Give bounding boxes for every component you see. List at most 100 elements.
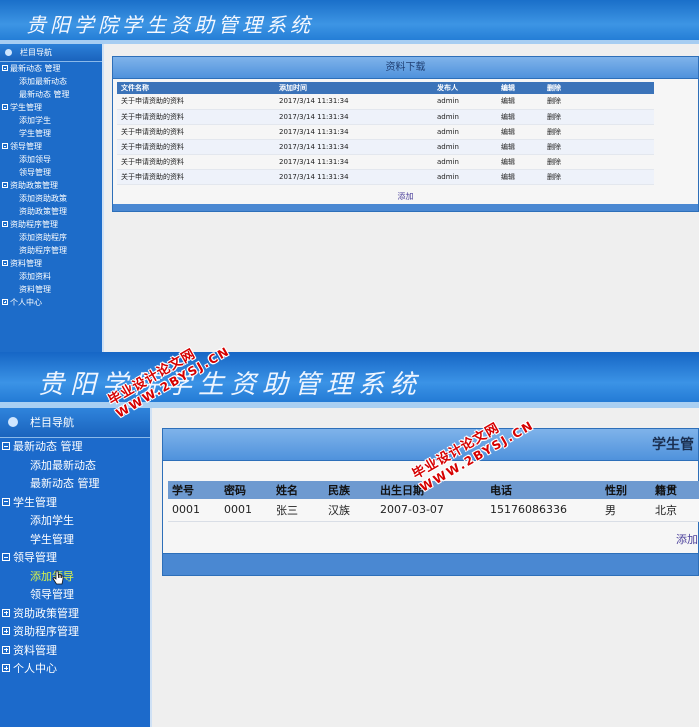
collapse-minus-icon[interactable] <box>2 65 8 71</box>
edit-link[interactable]: 编辑 <box>497 154 543 170</box>
table-cell: 关于申请资助的资料 <box>117 169 275 185</box>
sidebar-item-label: 资助政策管理 <box>13 606 79 620</box>
delete-link[interactable]: 删除 <box>543 94 654 110</box>
sidebar-link[interactable]: 领导管理 <box>0 586 150 605</box>
expand-plus-icon[interactable] <box>2 645 10 654</box>
sidebar-group[interactable]: 个人中心 <box>0 296 102 309</box>
admin-window-small: 贵阳学院学生资助管理系统 栏目导航 最新动态 管理 添加最新动态 最新动态 管理 学生… <box>0 0 699 352</box>
expand-plus-icon[interactable] <box>2 664 10 672</box>
sidebar-link[interactable]: 资料管理 <box>0 283 102 296</box>
app-title: 贵阳学院学生资助管理系统 <box>26 13 314 37</box>
sidebar-group[interactable]: 最新动态 管理 <box>0 62 102 75</box>
table-cell: 2017/3/14 11:31:34 <box>275 139 433 155</box>
sidebar-link[interactable]: 添加资料 <box>0 270 102 283</box>
sidebar-item-label: 资助程序管理 <box>10 220 58 229</box>
edit-link[interactable]: 编辑 <box>497 139 543 155</box>
delete-link[interactable]: 删除 <box>543 154 654 170</box>
admin-window-large: 贵阳学院学生资助管理系统 栏目导航 最新动态 管理 添加最新动态 最新动态 管理 学生… <box>0 352 699 727</box>
collapse-minus-icon[interactable] <box>2 553 10 561</box>
download-panel: 资料下载 文件名称 添加时间 发布人 编辑 删除 关于申请资助的资料 2017/3/14 … <box>112 56 699 212</box>
sidebar-item-label: 学生管理 <box>13 495 57 509</box>
add-link[interactable]: 添加 <box>113 191 698 202</box>
column-header: 性别 <box>601 481 651 499</box>
expand-plus-icon[interactable] <box>2 608 10 617</box>
sidebar-group[interactable]: 资料管理 <box>0 257 102 270</box>
sidebar-group[interactable]: 最新动态 管理 <box>0 438 150 457</box>
collapse-minus-icon[interactable] <box>2 104 8 110</box>
sidebar-link[interactable]: 添加最新动态 <box>0 75 102 88</box>
collapse-minus-icon[interactable] <box>2 442 10 450</box>
sidebar-link[interactable]: 最新动态 管理 <box>0 88 102 101</box>
sidebar-link[interactable]: 添加最新动态 <box>0 457 150 476</box>
sidebar-group[interactable]: 学生管理 <box>0 101 102 114</box>
sidebar-link[interactable]: 添加领导 <box>0 153 102 166</box>
table-cell: 0001 <box>168 499 220 522</box>
sidebar-group[interactable]: 资助程序管理 <box>0 218 102 231</box>
sidebar-item-label: 资助政策管理 <box>19 207 67 216</box>
sidebar-link[interactable]: 学生管理 <box>0 531 150 550</box>
sidebar: 栏目导航 最新动态 管理 添加最新动态 最新动态 管理 学生管理 添加学生 学生管理 领导管… <box>0 44 104 352</box>
sidebar-link[interactable]: 资助政策管理 <box>0 205 102 218</box>
delete-link[interactable]: 删除 <box>543 139 654 155</box>
collapse-minus-icon[interactable] <box>2 221 8 227</box>
sidebar-link[interactable]: 资助程序管理 <box>0 244 102 257</box>
sidebar-header-label: 栏目导航 <box>20 48 52 57</box>
sidebar-link[interactable]: 学生管理 <box>0 127 102 140</box>
collapse-minus-icon[interactable] <box>2 143 8 149</box>
table-cell: 北京 <box>651 499 699 522</box>
edit-link[interactable]: 编辑 <box>497 169 543 185</box>
add-link[interactable]: 添加 <box>676 531 698 547</box>
table-header-row: 文件名称 添加时间 发布人 编辑 删除 <box>117 82 654 94</box>
delete-link[interactable]: 删除 <box>543 169 654 185</box>
sidebar-group[interactable]: 资助政策管理 <box>0 179 102 192</box>
collapse-minus-icon[interactable] <box>2 260 8 266</box>
sidebar-group[interactable]: 资助政策管理 <box>0 605 150 624</box>
sidebar-link[interactable]: 最新动态 管理 <box>0 475 150 494</box>
expand-plus-icon[interactable] <box>2 299 8 305</box>
column-header: 电话 <box>486 481 601 499</box>
sidebar-link[interactable]: 添加资助政策 <box>0 192 102 205</box>
table-cell: admin <box>433 169 497 185</box>
sidebar-group[interactable]: 领导管理 <box>0 140 102 153</box>
sidebar-group[interactable]: 学生管理 <box>0 494 150 513</box>
delete-link[interactable]: 删除 <box>543 124 654 140</box>
delete-link[interactable]: 删除 <box>543 109 654 125</box>
bullet-icon <box>8 417 18 427</box>
expand-plus-icon[interactable] <box>2 627 10 635</box>
student-panel: 学生管 学号 密码 姓名 民族 出生日期 电话 性别 籍贯 0001 0001 张三 汉族 2007-… <box>162 428 699 576</box>
table-cell: 关于申请资助的资料 <box>117 154 275 170</box>
table-cell: 关于申请资助的资料 <box>117 139 275 155</box>
edit-link[interactable]: 编辑 <box>497 124 543 140</box>
table-cell: admin <box>433 94 497 110</box>
collapse-minus-icon[interactable] <box>2 182 8 188</box>
column-header: 姓名 <box>272 481 324 499</box>
header-banner: 贵阳学院学生资助管理系统 <box>0 352 699 408</box>
sidebar-group[interactable]: 个人中心 <box>0 660 150 679</box>
edit-link[interactable]: 编辑 <box>497 94 543 110</box>
edit-link[interactable]: 编辑 <box>497 109 543 125</box>
sidebar-link[interactable]: 添加领导 <box>0 568 150 587</box>
sidebar-group[interactable]: 领导管理 <box>0 549 150 568</box>
table-row: 关于申请资助的资料 2017/3/14 11:31:34 admin 编辑 删除 <box>117 169 654 185</box>
collapse-minus-icon[interactable] <box>2 497 10 506</box>
table-cell: 汉族 <box>324 499 376 522</box>
sidebar-link[interactable]: 领导管理 <box>0 166 102 179</box>
table-row: 0001 0001 张三 汉族 2007-03-07 15176086336 男北京 <box>168 499 699 522</box>
sidebar-link[interactable]: 添加资助程序 <box>0 231 102 244</box>
table-row: 关于申请资助的资料 2017/3/14 11:31:34 admin 编辑 删除 <box>117 109 654 125</box>
sidebar-group[interactable]: 资料管理 <box>0 642 150 661</box>
sidebar-link[interactable]: 添加学生 <box>0 512 150 531</box>
sidebar-item-label: 领导管理 <box>30 588 74 601</box>
table-cell: 2017/3/14 11:31:34 <box>275 124 433 140</box>
table-cell: 男 <box>601 499 651 522</box>
table-cell: 关于申请资助的资料 <box>117 94 275 110</box>
sidebar-item-label: 添加最新动态 <box>30 458 96 472</box>
column-header: 添加时间 <box>275 82 433 94</box>
table-cell: 15176086336 <box>486 499 601 522</box>
table-body: 关于申请资助的资料 2017/3/14 11:31:34 admin 编辑 删除 关于申请… <box>117 94 654 185</box>
sidebar-item-label: 添加资助政策 <box>19 194 67 203</box>
sidebar-link[interactable]: 添加学生 <box>0 114 102 127</box>
panel-footer <box>113 204 698 211</box>
sidebar-item-label: 添加资助程序 <box>19 233 67 242</box>
sidebar-group[interactable]: 资助程序管理 <box>0 623 150 642</box>
